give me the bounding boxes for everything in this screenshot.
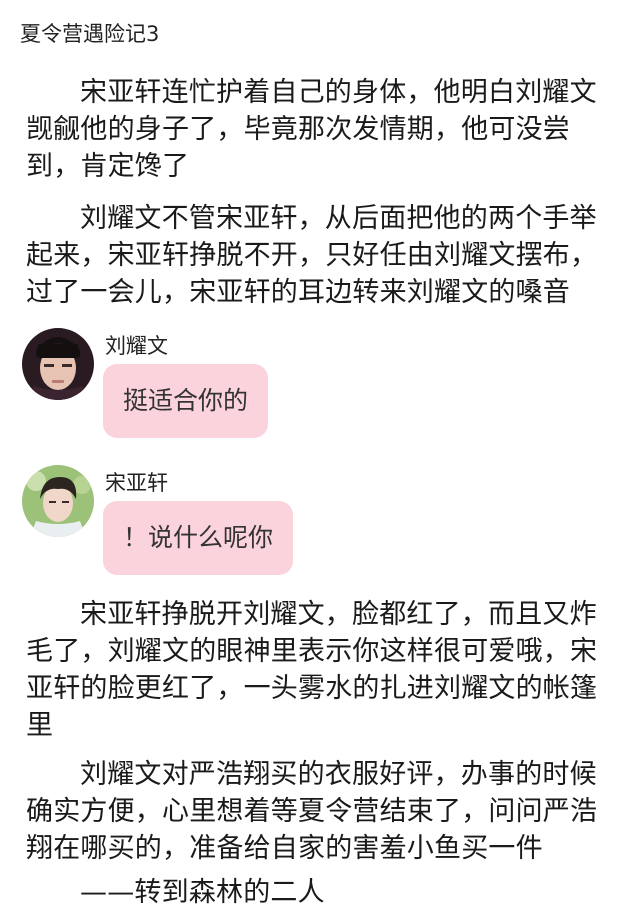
paragraph-5: ——转到森林的二人: [80, 877, 325, 908]
page-title: 夏令营遇险记3: [20, 22, 160, 46]
avatar-icon: [22, 465, 94, 537]
paragraph-3: 宋亚轩挣脱开刘耀文，脸都红了，而且又炸毛了，刘耀文的眼神里表示你这样很可爱哦，宋…: [26, 599, 598, 741]
avatar-liu-yaowen: [22, 328, 94, 400]
avatar-song-yaxuan: [22, 465, 94, 537]
paragraph-1: 宋亚轩连忙护着自己的身体，他明白刘耀文觊觎他的身子了，毕竟那次发情期，他可没尝到…: [26, 77, 597, 182]
paragraph-4: 刘耀文对严浩翔买的衣服好评，办事的时候确实方便，心里想着等夏令营结束了，问问严浩…: [26, 759, 598, 864]
chat-bubble-1: 挺适合你的: [103, 364, 269, 438]
chat-speaker-1: 刘耀文: [105, 334, 168, 358]
avatar-icon: [22, 328, 94, 400]
paragraph-2: 刘耀文不管宋亚轩，从后面把他的两个手举起来，宋亚轩挣脱不开，只好任由刘耀文摆布，…: [26, 203, 598, 308]
chat-bubble-2: ！说什么呢你: [103, 501, 294, 575]
chat-speaker-2: 宋亚轩: [105, 471, 168, 495]
